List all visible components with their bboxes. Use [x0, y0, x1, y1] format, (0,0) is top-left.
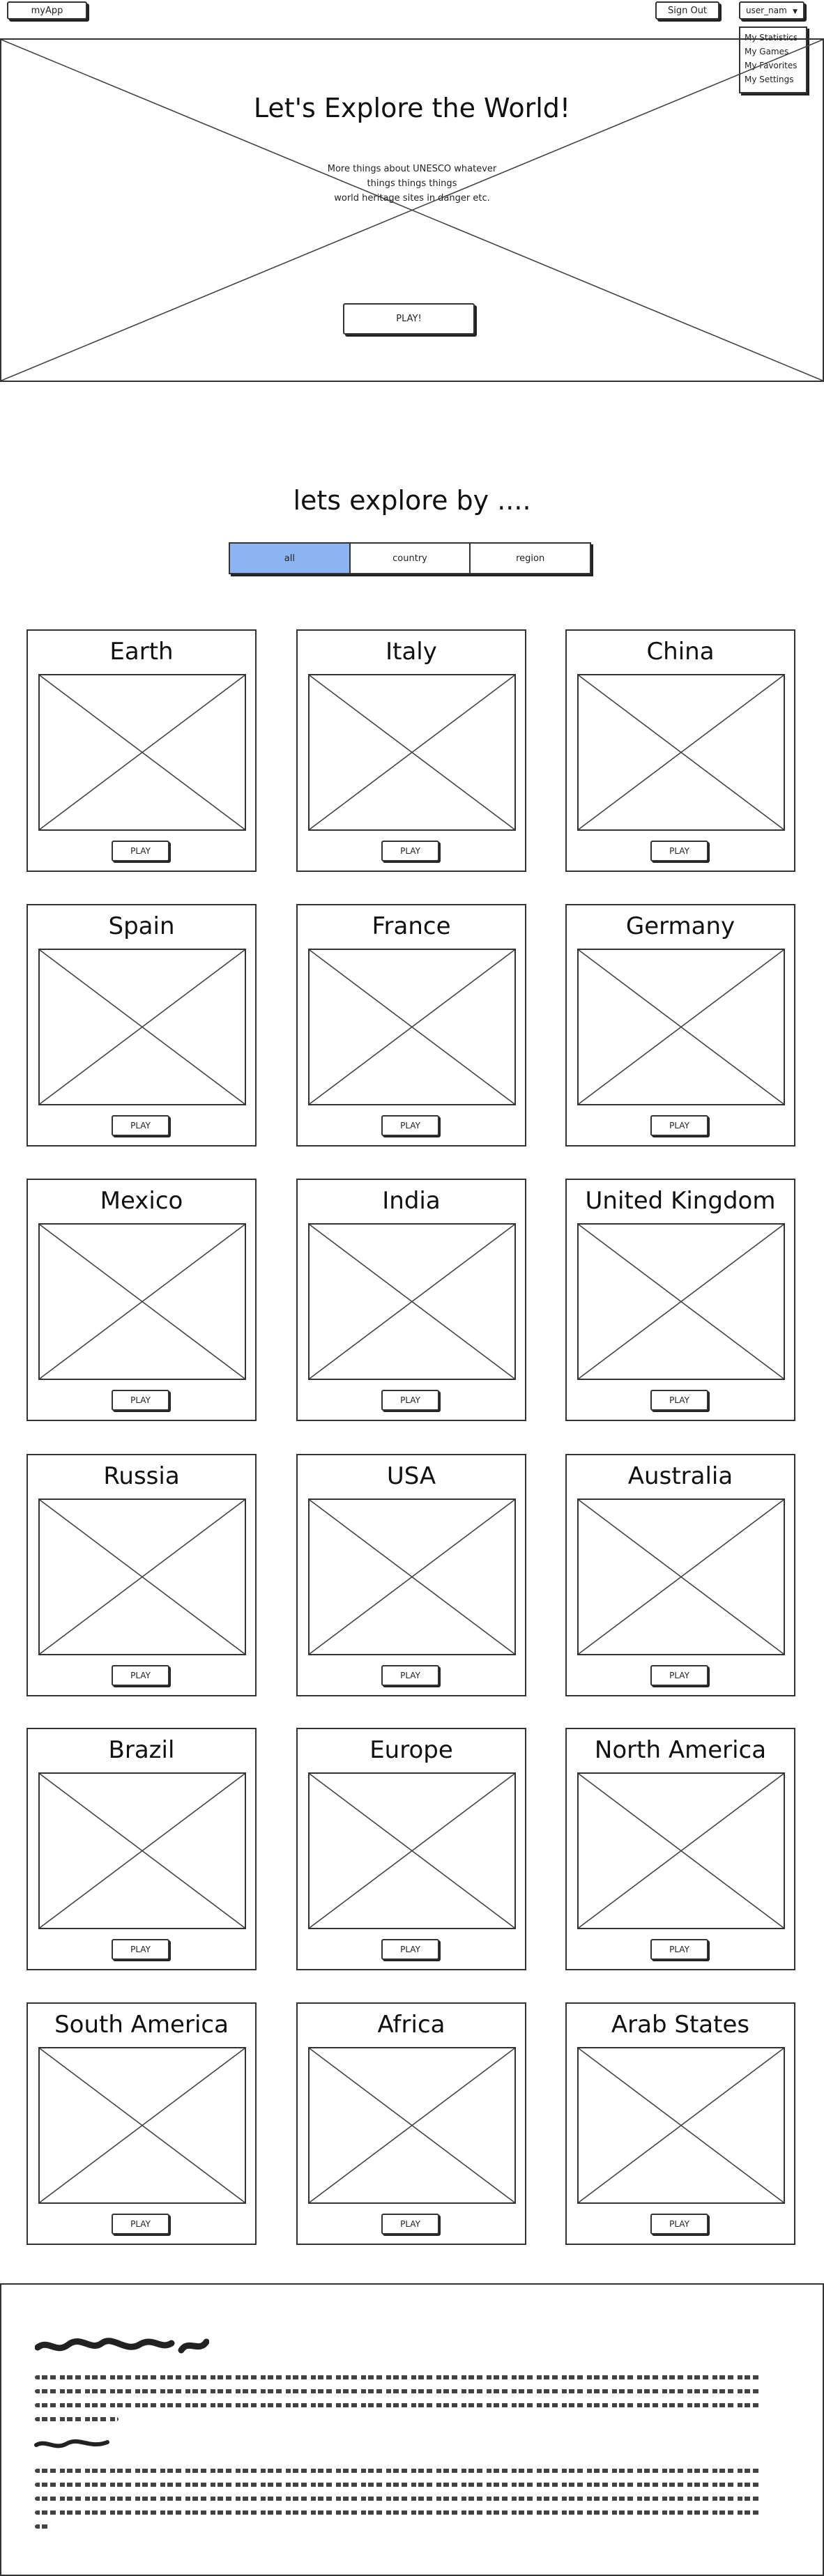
card-title: Arab States — [611, 2011, 750, 2039]
card-title: India — [382, 1187, 441, 1215]
card-play-button[interactable]: PLAY — [650, 1665, 708, 1686]
user-dropdown[interactable]: user_nam ▼ — [739, 1, 804, 20]
card-image-placeholder — [38, 1223, 246, 1380]
category-card: Australia PLAY — [565, 1454, 795, 1696]
category-card: North America PLAY — [565, 1728, 795, 1970]
card-image-placeholder — [577, 1772, 785, 1929]
card-image-placeholder — [308, 1772, 516, 1929]
hero-description-line: things things things — [367, 178, 457, 189]
category-card: USA PLAY — [296, 1454, 526, 1696]
card-image-placeholder — [308, 1223, 516, 1380]
card-play-button[interactable]: PLAY — [112, 841, 169, 861]
card-play-button[interactable]: PLAY — [112, 1939, 169, 1960]
card-title: Africa — [377, 2011, 445, 2039]
filter-segmented-control: all country region — [229, 542, 591, 574]
card-play-button[interactable]: PLAY — [650, 2214, 708, 2234]
card-play-button[interactable]: PLAY — [381, 1390, 439, 1411]
card-title: Mexico — [100, 1187, 183, 1215]
category-card: Africa PLAY — [296, 2002, 526, 2245]
category-card: United Kingdom PLAY — [565, 1179, 795, 1421]
card-image-placeholder — [577, 1223, 785, 1380]
card-title: United Kingdom — [585, 1187, 776, 1215]
hero-description-line: More things about UNESCO whatever — [327, 164, 497, 174]
card-image-placeholder — [308, 949, 516, 1105]
card-image-placeholder — [38, 1772, 246, 1929]
card-play-button[interactable]: PLAY — [650, 1115, 708, 1136]
card-title: Germany — [625, 912, 735, 940]
card-image-placeholder — [577, 674, 785, 831]
card-image-placeholder — [38, 1498, 246, 1655]
card-play-button[interactable]: PLAY — [112, 1665, 169, 1686]
chevron-down-icon: ▼ — [793, 8, 798, 15]
card-play-button[interactable]: PLAY — [112, 1390, 169, 1411]
category-card: Italy PLAY — [296, 629, 526, 872]
card-title: South America — [54, 2011, 229, 2039]
card-image-placeholder — [577, 2047, 785, 2204]
hero-play-button[interactable]: PLAY! — [343, 303, 475, 335]
card-image-placeholder — [38, 674, 246, 831]
card-title: Italy — [386, 638, 437, 666]
explore-title: lets explore by .... — [293, 485, 531, 516]
card-title: Europe — [369, 1736, 453, 1764]
category-card: India PLAY — [296, 1179, 526, 1421]
card-play-button[interactable]: PLAY — [650, 1390, 708, 1411]
filter-country[interactable]: country — [351, 544, 471, 573]
card-title: North America — [594, 1736, 767, 1764]
card-play-button[interactable]: PLAY — [650, 1939, 708, 1960]
hero-title: Let's Explore the World! — [253, 93, 571, 123]
scribble-heading — [35, 2338, 209, 2354]
filter-all[interactable]: all — [230, 544, 351, 573]
category-card: Arab States PLAY — [565, 2002, 795, 2245]
card-image-placeholder — [38, 949, 246, 1105]
filter-region[interactable]: region — [471, 544, 590, 573]
card-image-placeholder — [38, 2047, 246, 2204]
card-play-button[interactable]: PLAY — [112, 1115, 169, 1136]
card-play-button[interactable]: PLAY — [650, 841, 708, 861]
category-card: China PLAY — [565, 629, 795, 872]
category-card: France PLAY — [296, 904, 526, 1147]
category-card: Brazil PLAY — [26, 1728, 257, 1970]
category-card: Earth PLAY — [26, 629, 257, 872]
app-logo-button[interactable]: myApp — [7, 1, 87, 20]
card-title: Earth — [109, 638, 174, 666]
category-card: Spain PLAY — [26, 904, 257, 1147]
card-play-button[interactable]: PLAY — [381, 1939, 439, 1960]
card-title: Spain — [108, 912, 175, 940]
card-image-placeholder — [308, 1498, 516, 1655]
card-image-placeholder — [308, 2047, 516, 2204]
category-card: Europe PLAY — [296, 1728, 526, 1970]
card-play-button[interactable]: PLAY — [381, 1115, 439, 1136]
card-title: France — [372, 912, 451, 940]
card-image-placeholder — [577, 949, 785, 1105]
category-card: South America PLAY — [26, 2002, 257, 2245]
card-title: Australia — [627, 1462, 733, 1490]
card-title: China — [646, 638, 715, 666]
category-card: Russia PLAY — [26, 1454, 257, 1696]
card-play-button[interactable]: PLAY — [381, 841, 439, 861]
card-title: Russia — [103, 1462, 180, 1490]
card-play-button[interactable]: PLAY — [112, 2214, 169, 2234]
card-play-button[interactable]: PLAY — [381, 2214, 439, 2234]
hero-description: More things about UNESCO whatever things… — [307, 162, 517, 206]
card-title: USA — [386, 1462, 436, 1490]
card-play-button[interactable]: PLAY — [381, 1665, 439, 1686]
user-name-label: user_nam — [746, 6, 787, 15]
category-card: Germany PLAY — [565, 904, 795, 1147]
card-image-placeholder — [308, 674, 516, 831]
sign-out-button[interactable]: Sign Out — [655, 1, 719, 20]
hero-description-line: world heritage sites in danger etc. — [334, 193, 490, 204]
category-card: Mexico PLAY — [26, 1179, 257, 1421]
card-image-placeholder — [577, 1498, 785, 1655]
card-title: Brazil — [108, 1736, 175, 1764]
footer — [0, 2283, 824, 2576]
scribble-subheading — [34, 2439, 109, 2448]
